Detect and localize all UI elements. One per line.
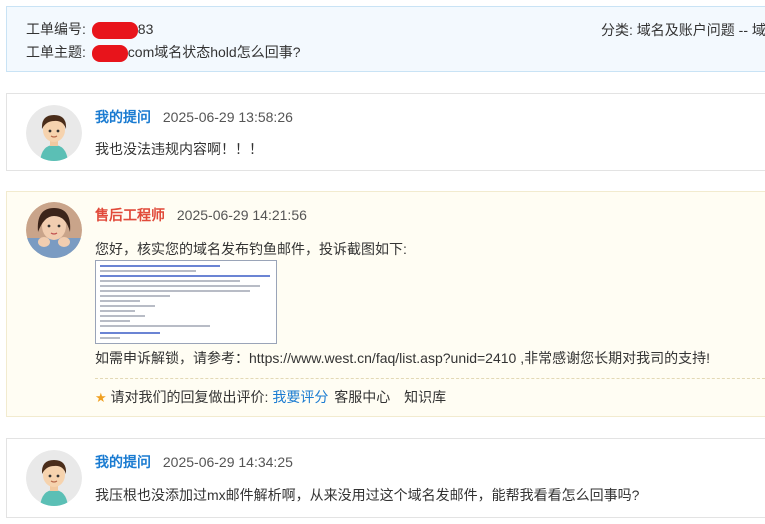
complaint-screenshot[interactable] xyxy=(95,260,277,344)
message-user-1: 我的提问 2025-06-29 13:58:26 我也没法违规内容啊！！！ xyxy=(6,93,765,171)
rating-bar: ★ 请对我们的回复做出评价: 我要评分 客服中心 知识库 xyxy=(95,378,765,407)
redaction-mark xyxy=(91,44,128,62)
rating-prompt: 请对我们的回复做出评价: xyxy=(110,389,269,405)
message-user-2: 我的提问 2025-06-29 14:34:25 我压根也没添加过mx邮件解析啊… xyxy=(6,438,765,518)
ticket-number-suffix: 83 xyxy=(137,21,154,37)
author-name: 我的提问 xyxy=(95,454,151,470)
user-avatar xyxy=(26,105,82,161)
message-text-2: 如需申诉解锁，请参考：https://www.west.cn/faq/list.… xyxy=(95,350,710,366)
message-text: 您好，核实您的域名发布钓鱼邮件，投诉截图如下: xyxy=(95,241,407,257)
ticket-number-row: 工单编号: 83 xyxy=(26,19,153,39)
star-icon: ★ xyxy=(95,390,107,405)
message-time: 2025-06-29 14:34:25 xyxy=(162,454,293,470)
message-time: 2025-06-29 14:21:56 xyxy=(176,207,307,223)
redaction-mark xyxy=(91,21,138,39)
user-avatar xyxy=(26,450,82,506)
ticket-header: 工单编号: 83 工单主题: com域名状态hold怎么回事? 分类: 域名及账… xyxy=(6,6,765,72)
author-name: 售后工程师 xyxy=(95,207,165,223)
ticket-number-label: 工单编号: xyxy=(26,21,86,37)
ticket-subject-label: 工单主题: xyxy=(26,44,86,60)
author-name: 我的提问 xyxy=(95,109,151,125)
ticket-category: 分类: 域名及账户问题 -- 域 xyxy=(601,22,765,38)
service-center-link[interactable]: 客服中心 xyxy=(334,389,390,405)
engineer-avatar xyxy=(26,202,82,258)
ticket-subject-row: 工单主题: com域名状态hold怎么回事? xyxy=(26,42,300,62)
message-time: 2025-06-29 13:58:26 xyxy=(162,109,293,125)
message-meta: 售后工程师 2025-06-29 14:21:56 xyxy=(95,205,307,225)
ticket-subject-suffix: com域名状态hold怎么回事? xyxy=(127,44,301,60)
message-meta: 我的提问 2025-06-29 14:34:25 xyxy=(95,452,293,472)
knowledge-base-link[interactable]: 知识库 xyxy=(404,389,446,405)
message-text: 我也没法违规内容啊！！！ xyxy=(95,141,263,157)
message-text: 我压根也没添加过mx邮件解析啊，从来没用过这个域名发邮件，能帮我看看怎么回事吗? xyxy=(95,487,640,503)
message-engineer: 售后工程师 2025-06-29 14:21:56 您好，核实您的域名发布钓鱼邮… xyxy=(6,191,765,417)
message-meta: 我的提问 2025-06-29 13:58:26 xyxy=(95,107,293,127)
rate-link[interactable]: 我要评分 xyxy=(272,389,328,405)
